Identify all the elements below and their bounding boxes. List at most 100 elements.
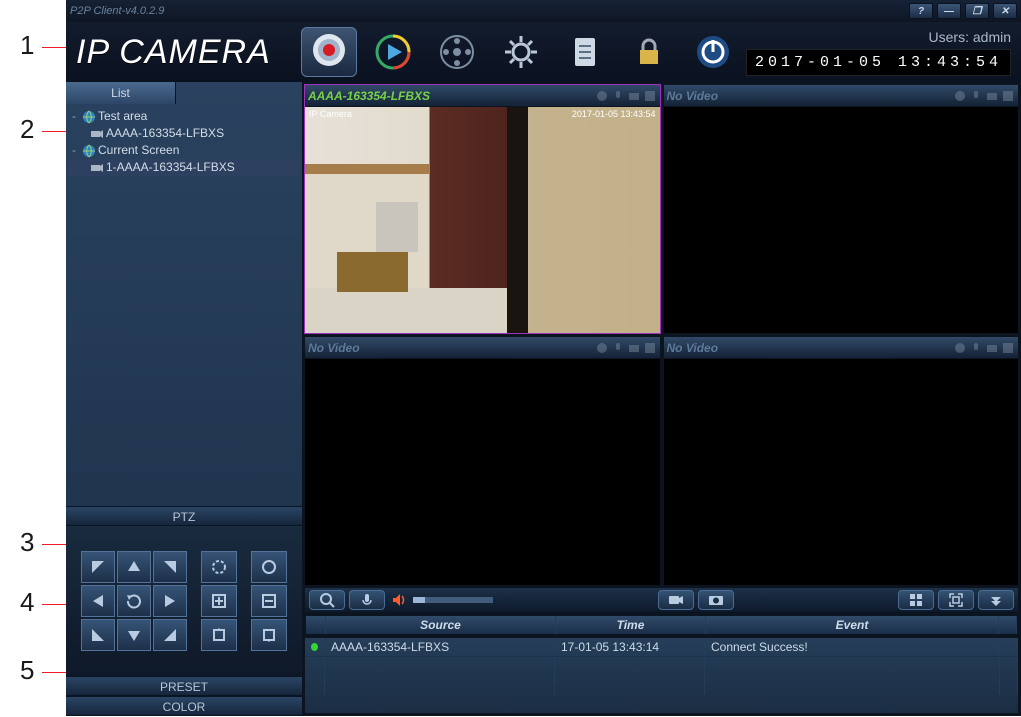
iris-open[interactable] bbox=[201, 551, 237, 583]
tile-4-title: No Video bbox=[667, 341, 719, 355]
tile-close-icon[interactable] bbox=[1001, 341, 1015, 355]
camera-icon bbox=[90, 161, 104, 175]
tree-area-label: Test area bbox=[98, 108, 147, 125]
tree-current-screen-label: Current Screen bbox=[98, 142, 179, 159]
tree-current-screen[interactable]: - Current Screen bbox=[68, 142, 300, 159]
volume-slider[interactable] bbox=[413, 597, 493, 603]
tile-close-icon[interactable] bbox=[1001, 89, 1015, 103]
log-row[interactable] bbox=[305, 657, 1018, 676]
tile-talk-icon[interactable] bbox=[611, 89, 625, 103]
layout-grid-button[interactable] bbox=[898, 590, 934, 610]
tile-2-title: No Video bbox=[667, 89, 719, 103]
ptz-right[interactable] bbox=[153, 585, 187, 617]
tile-snapshot-icon[interactable] bbox=[627, 341, 641, 355]
callout-4: 4 bbox=[20, 587, 34, 618]
record-all-button[interactable] bbox=[658, 590, 694, 610]
nav-playback-button[interactable] bbox=[365, 27, 421, 77]
header-clock: 2017-01-05 13:43:54 bbox=[746, 49, 1011, 76]
maximize-button[interactable]: ❐ bbox=[965, 3, 989, 19]
nav-log-button[interactable] bbox=[557, 27, 613, 77]
osd-right: 2017-01-05 13:43:54 bbox=[572, 109, 656, 119]
digital-zoom-button[interactable] bbox=[309, 590, 345, 610]
callout-5: 5 bbox=[20, 655, 34, 686]
ptz-down-right[interactable] bbox=[153, 619, 187, 651]
ptz-up-left[interactable] bbox=[81, 551, 115, 583]
talk-button[interactable] bbox=[349, 590, 385, 610]
tile-record-icon[interactable] bbox=[595, 89, 609, 103]
bottom-toolbar bbox=[305, 588, 1018, 612]
log-row[interactable]: AAAA-163354-LFBXS 17-01-05 13:43:14 Conn… bbox=[305, 638, 1018, 657]
ptz-up-right[interactable] bbox=[153, 551, 187, 583]
ptz-left[interactable] bbox=[81, 585, 115, 617]
log-row-source: AAAA-163354-LFBXS bbox=[325, 638, 555, 656]
log-header-event: Event bbox=[706, 616, 999, 634]
nav-logout-button[interactable] bbox=[621, 27, 677, 77]
brand-logo: IP CAMERA bbox=[76, 33, 271, 72]
preset-header[interactable]: PRESET bbox=[66, 676, 302, 696]
nav-settings-button[interactable] bbox=[493, 27, 549, 77]
tile-snapshot-icon[interactable] bbox=[985, 341, 999, 355]
log-row-event: Connect Success! bbox=[705, 638, 1000, 656]
zoom-out[interactable] bbox=[251, 619, 287, 651]
sidebar-tab-list[interactable]: List bbox=[66, 82, 176, 104]
iris-close[interactable] bbox=[251, 551, 287, 583]
tile-close-icon[interactable] bbox=[643, 89, 657, 103]
minimize-button[interactable]: — bbox=[937, 3, 961, 19]
ptz-auto[interactable] bbox=[117, 585, 151, 617]
tile-4-header: No Video bbox=[664, 337, 1019, 359]
nav-exit-button[interactable] bbox=[685, 27, 741, 77]
speaker-icon[interactable] bbox=[389, 590, 409, 610]
log-body[interactable]: AAAA-163354-LFBXS 17-01-05 13:43:14 Conn… bbox=[305, 638, 1018, 713]
snapshot-button[interactable] bbox=[698, 590, 734, 610]
hide-log-button[interactable] bbox=[978, 590, 1014, 610]
titlebar: P2P Client-v4.0.2.9 ? — ❐ ✕ bbox=[66, 0, 1021, 22]
ptz-header[interactable]: PTZ bbox=[66, 506, 302, 526]
tile-1-title: AAAA-163354-LFBXS bbox=[308, 89, 430, 103]
tree-device-1-label: AAAA-163354-LFBXS bbox=[106, 125, 224, 142]
play-icon bbox=[373, 32, 413, 72]
device-tree[interactable]: - Test area AAAA-163354-LFBXS - Current … bbox=[66, 104, 302, 506]
callout-1: 1 bbox=[20, 30, 34, 61]
video-tile-4[interactable]: No Video bbox=[664, 337, 1019, 585]
log-row-time: 17-01-05 13:43:14 bbox=[555, 638, 705, 656]
sidebar: List - Test area AAAA-163354-LFBXS - bbox=[66, 82, 302, 716]
tree-device-1[interactable]: AAAA-163354-LFBXS bbox=[68, 125, 300, 142]
log-row[interactable] bbox=[305, 676, 1018, 695]
collapse-icon[interactable]: - bbox=[68, 108, 80, 125]
tile-snapshot-icon[interactable] bbox=[985, 89, 999, 103]
tile-talk-icon[interactable] bbox=[969, 89, 983, 103]
ptz-panel bbox=[66, 526, 302, 676]
ptz-up[interactable] bbox=[117, 551, 151, 583]
video-tile-3[interactable]: No Video bbox=[305, 337, 660, 585]
zoom-in[interactable] bbox=[201, 619, 237, 651]
video-tile-1[interactable]: AAAA-163354-LFBXS bbox=[305, 85, 660, 333]
reel-icon bbox=[437, 32, 477, 72]
focus-far[interactable] bbox=[251, 585, 287, 617]
close-button[interactable]: ✕ bbox=[993, 3, 1017, 19]
document-icon bbox=[565, 32, 605, 72]
collapse-icon[interactable]: - bbox=[68, 142, 80, 159]
tile-1-video: IP Camera 2017-01-05 13:43:54 bbox=[305, 107, 660, 333]
log-header-status bbox=[306, 616, 326, 634]
globe-icon bbox=[82, 144, 96, 158]
help-button[interactable]: ? bbox=[909, 3, 933, 19]
status-dot-icon bbox=[311, 643, 318, 651]
nav-remote-playback-button[interactable] bbox=[429, 27, 485, 77]
fullscreen-button[interactable] bbox=[938, 590, 974, 610]
ptz-down[interactable] bbox=[117, 619, 151, 651]
tile-close-icon[interactable] bbox=[643, 341, 657, 355]
ptz-down-left[interactable] bbox=[81, 619, 115, 651]
tile-talk-icon[interactable] bbox=[969, 341, 983, 355]
tile-record-icon[interactable] bbox=[953, 341, 967, 355]
tree-device-2[interactable]: 1-AAAA-163354-LFBXS bbox=[68, 159, 300, 176]
tree-area[interactable]: - Test area bbox=[68, 108, 300, 125]
tile-talk-icon[interactable] bbox=[611, 341, 625, 355]
color-header[interactable]: COLOR bbox=[66, 696, 302, 716]
tile-snapshot-icon[interactable] bbox=[627, 89, 641, 103]
tile-record-icon[interactable] bbox=[953, 89, 967, 103]
focus-near[interactable] bbox=[201, 585, 237, 617]
nav-live-button[interactable] bbox=[301, 27, 357, 77]
video-tile-2[interactable]: No Video bbox=[664, 85, 1019, 333]
tile-record-icon[interactable] bbox=[595, 341, 609, 355]
main-panel: AAAA-163354-LFBXS bbox=[302, 82, 1021, 716]
